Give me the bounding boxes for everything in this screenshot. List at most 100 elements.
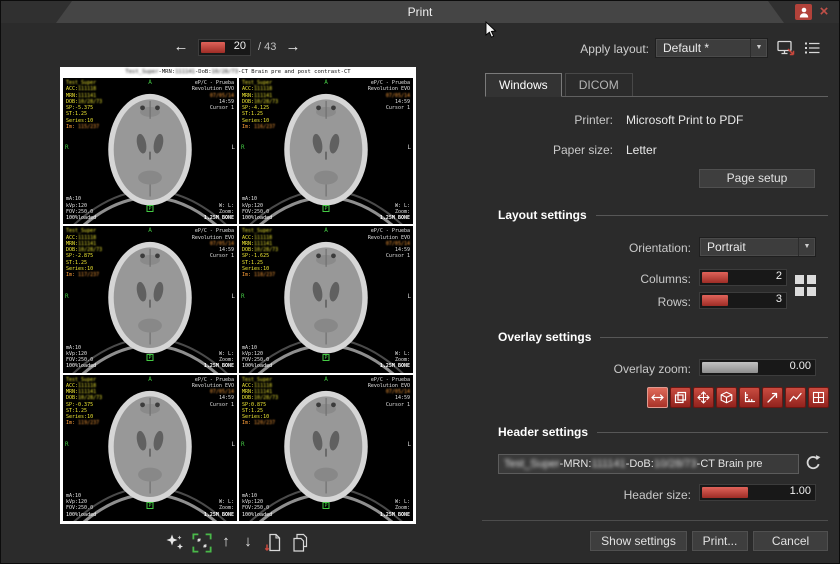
cell-overlay-top-right: eP/C - Prueba Revolution EVO 07/05/14 14… <box>368 80 410 111</box>
orientation-marker-right: R <box>241 294 245 300</box>
cell-overlay-bottom-right: W: L: Zoom: 1.25M BONE <box>380 203 410 222</box>
cell-overlay-top-left: Test_Super ACC:111118 MRN:111141 DOB:10/… <box>242 228 278 278</box>
columns-drag-handle[interactable] <box>702 272 728 283</box>
page-total-label: / 43 <box>258 41 276 53</box>
refresh-icon[interactable] <box>804 454 826 474</box>
orientation-marker-right: R <box>65 145 69 151</box>
header-text-input[interactable]: Test_Super-MRN:111141-DoB:10/28/73-CT Br… <box>498 454 799 474</box>
orientation-marker-right: R <box>65 294 69 300</box>
orientation-marker-right: R <box>241 145 245 151</box>
footer-divider <box>482 520 828 521</box>
print-preview-image-cell[interactable]: Test_Super ACC:111118 MRN:111141 DOB:10/… <box>239 226 413 372</box>
overlay-toggle-row <box>647 387 829 408</box>
overlay-pan-icon[interactable] <box>693 387 714 408</box>
cell-overlay-top-left: Test_Super ACC:111118 MRN:111141 DOB:10/… <box>66 228 102 278</box>
patient-name: Test_Super <box>242 228 278 234</box>
orientation-marker-posterior: P <box>147 502 154 509</box>
orientation-dropdown[interactable]: Portrait ▼ <box>699 237 816 257</box>
orientation-marker-left: L <box>231 145 235 151</box>
orientation-label: Orientation: <box>541 241 691 255</box>
overlay-scale-icon[interactable] <box>647 387 668 408</box>
apply-layout-dropdown[interactable]: Default * ▼ <box>655 38 768 58</box>
print-dialog-window: Print × ← 20 / 43 → Apply layout: Defaul… <box>0 0 840 564</box>
titlebar[interactable]: Print × <box>1 1 839 23</box>
overlay-arrow-icon[interactable] <box>762 387 783 408</box>
orientation-marker-left: L <box>407 294 411 300</box>
page-spinner-drag-handle[interactable] <box>201 42 225 53</box>
cell-overlay-top-right: eP/C - Prueba Revolution EVO 07/05/14 14… <box>368 377 410 408</box>
rows-label: Rows: <box>571 295 691 309</box>
overlay-cube-icon[interactable] <box>716 387 737 408</box>
cell-overlay-bottom-right: W: L: Zoom: 1.25M BONE <box>204 203 234 222</box>
cell-overlay-bottom-left: mA:10 kVp:120 FOV:250.0 100%loaded <box>66 493 96 518</box>
patient-name: Test_Super <box>242 377 278 383</box>
overlay-zoom-spinner[interactable]: 0.00 <box>699 359 816 376</box>
overlay-graph-icon[interactable] <box>785 387 806 408</box>
patient-name: Test_Super <box>66 228 102 234</box>
fit-page-icon[interactable] <box>191 532 213 553</box>
header-size-drag-handle[interactable] <box>702 487 748 498</box>
orientation-marker-posterior: P <box>147 354 154 361</box>
prev-page-button[interactable]: ← <box>171 38 191 56</box>
close-icon[interactable]: × <box>816 3 832 21</box>
move-down-icon[interactable]: ↓ <box>239 531 257 552</box>
overlay-grid-icon[interactable] <box>808 387 829 408</box>
columns-label: Columns: <box>571 272 691 286</box>
cell-overlay-bottom-left: mA:10 kVp:120 FOV:250.0 100%loaded <box>66 345 96 370</box>
cell-overlay-bottom-right: W: L: Zoom: 1.25M BONE <box>204 499 234 518</box>
cell-overlay-bottom-right: W: L: Zoom: 1.25M BONE <box>380 499 410 518</box>
page-number-value: 20 <box>234 40 246 55</box>
print-preview-page[interactable]: Test_Super-MRN:111141-DoB:10/28/73-CT Br… <box>60 67 416 524</box>
next-page-button[interactable]: → <box>283 38 303 56</box>
save-page-icon[interactable] <box>263 532 285 553</box>
cell-overlay-bottom-left: mA:10 kVp:120 FOV:250.0 100%loaded <box>242 493 272 518</box>
overlay-frames-icon[interactable] <box>670 387 691 408</box>
orientation-marker-anterior: A <box>324 228 328 234</box>
orientation-marker-anterior: A <box>148 228 152 234</box>
cell-overlay-top-right: eP/C - Prueba Revolution EVO 07/05/14 14… <box>368 228 410 259</box>
save-layout-button[interactable] <box>776 38 797 58</box>
overlay-ruler-icon[interactable] <box>739 387 760 408</box>
orientation-marker-right: R <box>65 442 69 448</box>
print-preview-image-cell[interactable]: Test_Super ACC:111118 MRN:111141 DOB:10/… <box>239 78 413 224</box>
page-setup-button[interactable]: Page setup <box>698 168 816 189</box>
rows-drag-handle[interactable] <box>702 295 728 306</box>
grid-layout-icon[interactable] <box>793 273 818 298</box>
orientation-marker-posterior: P <box>323 354 330 361</box>
print-button[interactable]: Print... <box>691 530 749 552</box>
layout-list-button[interactable] <box>802 38 823 58</box>
overlay-zoom-drag-handle[interactable] <box>702 362 758 373</box>
print-preview-image-cell[interactable]: Test_Super ACC:111118 MRN:111141 DOB:10/… <box>239 375 413 521</box>
columns-spinner[interactable]: 2 <box>699 269 787 286</box>
orientation-marker-left: L <box>231 294 235 300</box>
cell-overlay-top-left: Test_Super ACC:111118 MRN:111141 DOB:10/… <box>242 377 278 427</box>
rows-spinner[interactable]: 3 <box>699 292 787 309</box>
show-settings-button[interactable]: Show settings <box>589 530 688 552</box>
cancel-button[interactable]: Cancel <box>752 530 829 552</box>
orientation-marker-anterior: A <box>324 80 328 86</box>
header-size-value: 1.00 <box>790 485 811 500</box>
tab-dicom[interactable]: DICOM <box>565 73 633 96</box>
columns-value: 2 <box>776 270 782 285</box>
print-preview-image-cell[interactable]: Test_Super ACC:111118 MRN:111141 DOB:10/… <box>63 226 237 372</box>
orientation-marker-posterior: P <box>323 205 330 212</box>
move-up-icon[interactable]: ↑ <box>217 531 235 552</box>
page-number-spinner[interactable]: 20 <box>198 39 251 56</box>
header-settings-section-header: Header settings <box>498 425 828 439</box>
sparkle-icon[interactable] <box>164 532 186 553</box>
save-all-pages-icon[interactable] <box>289 532 311 553</box>
paper-size-label: Paper size: <box>498 143 613 157</box>
orientation-marker-anterior: A <box>148 377 152 383</box>
header-size-spinner[interactable]: 1.00 <box>699 484 816 501</box>
print-preview-image-cell[interactable]: Test_Super ACC:111118 MRN:111141 DOB:10/… <box>63 375 237 521</box>
tab-windows[interactable]: Windows <box>485 73 562 97</box>
printer-value: Microsoft Print to PDF <box>626 113 743 127</box>
mouse-cursor <box>485 21 497 39</box>
user-icon[interactable] <box>795 4 812 20</box>
print-preview-image-cell[interactable]: Test_Super ACC:111118 MRN:111141 DOB:10/… <box>63 78 237 224</box>
page-grid: Test_Super ACC:111118 MRN:111141 DOB:10/… <box>63 78 413 521</box>
orientation-marker-left: L <box>407 442 411 448</box>
settings-tab-strip: Windows DICOM <box>485 73 828 97</box>
cell-overlay-top-left: Test_Super ACC:111118 MRN:111141 DOB:10/… <box>66 377 102 427</box>
patient-name: Test_Super <box>66 377 102 383</box>
